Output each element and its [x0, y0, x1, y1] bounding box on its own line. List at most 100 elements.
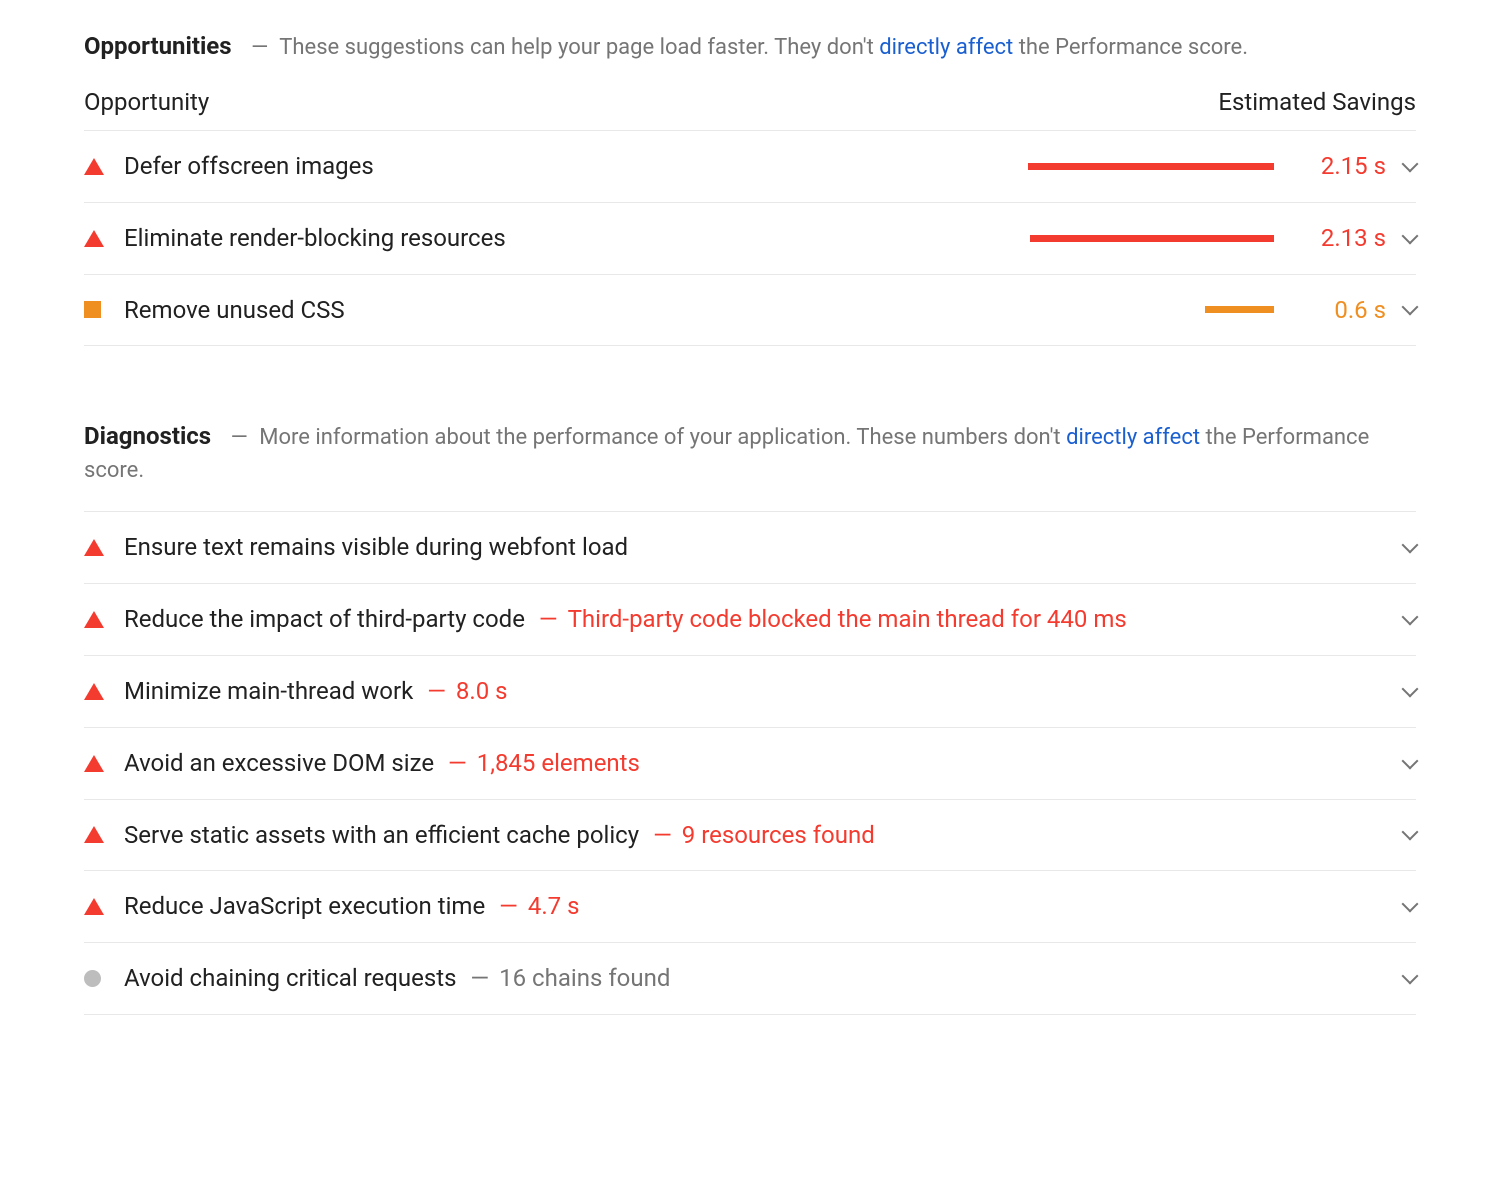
expand-cell[interactable]	[1386, 760, 1416, 767]
expand-cell[interactable]	[1386, 688, 1416, 695]
savings-value: 2.15 s	[1296, 152, 1386, 180]
severity-icon-cell	[84, 755, 124, 772]
diagnostic-detail: 1,845 elements	[477, 749, 640, 777]
savings-bar-cell	[1030, 235, 1296, 242]
diagnostic-title: Avoid chaining critical requests	[124, 964, 456, 992]
opportunity-row[interactable]: Remove unused CSS 0.6 s	[84, 274, 1416, 347]
severity-icon-cell	[84, 898, 124, 915]
directly-affect-link[interactable]: directly affect	[879, 35, 1013, 60]
savings-bar-cell	[1046, 306, 1296, 313]
diagnostic-row[interactable]: Serve static assets with an efficient ca…	[84, 799, 1416, 871]
diagnostic-row[interactable]: Reduce the impact of third-party code — …	[84, 583, 1416, 655]
separator-dash: —	[533, 605, 564, 633]
chevron-down-icon	[1402, 752, 1419, 769]
triangle-red-icon	[84, 611, 104, 628]
severity-icon-cell	[84, 230, 124, 247]
triangle-red-icon	[84, 158, 104, 175]
diagnostic-title: Minimize main-thread work	[124, 677, 413, 705]
savings-bar	[1028, 163, 1274, 170]
separator-dash: —	[442, 749, 473, 777]
expand-cell[interactable]	[1386, 235, 1416, 242]
opportunity-row[interactable]: Eliminate render-blocking resources2.13 …	[84, 202, 1416, 274]
diagnostic-row[interactable]: Reduce JavaScript execution time — 4.7 s	[84, 870, 1416, 942]
severity-icon-cell	[84, 826, 124, 843]
desc-post: the Performance score.	[1013, 35, 1248, 60]
triangle-red-icon	[84, 898, 104, 915]
diagnostic-title: Reduce JavaScript execution time	[124, 892, 485, 920]
expand-cell[interactable]	[1386, 163, 1416, 170]
severity-icon-cell	[84, 301, 124, 318]
diagnostic-detail: 9 resources found	[682, 821, 875, 849]
diagnostic-label: Ensure text remains visible during webfo…	[124, 530, 1386, 565]
savings-value: 2.13 s	[1296, 224, 1386, 252]
col-savings: Estimated Savings	[1218, 88, 1416, 116]
separator-dash: —	[231, 425, 248, 450]
expand-cell[interactable]	[1386, 975, 1416, 982]
chevron-down-icon	[1402, 299, 1419, 316]
col-opportunity: Opportunity	[84, 88, 209, 116]
severity-icon-cell	[84, 970, 124, 987]
diagnostic-label: Minimize main-thread work — 8.0 s	[124, 674, 1386, 709]
severity-icon-cell	[84, 158, 124, 175]
triangle-red-icon	[84, 539, 104, 556]
chevron-down-icon	[1402, 824, 1419, 841]
chevron-down-icon	[1402, 155, 1419, 172]
diagnostic-row[interactable]: Avoid an excessive DOM size — 1,845 elem…	[84, 727, 1416, 799]
opportunities-desc: These suggestions can help your page loa…	[279, 35, 1248, 60]
triangle-red-icon	[84, 683, 104, 700]
square-orange-icon	[84, 301, 101, 318]
severity-icon-cell	[84, 683, 124, 700]
chevron-down-icon	[1402, 968, 1419, 985]
opportunity-label: Remove unused CSS	[124, 293, 1046, 328]
expand-cell[interactable]	[1386, 544, 1416, 551]
diagnostic-title: Avoid an excessive DOM size	[124, 749, 434, 777]
diagnostic-label: Reduce the impact of third-party code — …	[124, 602, 1386, 637]
expand-cell[interactable]	[1386, 616, 1416, 623]
diagnostics-desc: More information about the performance o…	[84, 425, 1369, 483]
separator-dash: —	[647, 821, 678, 849]
separator-dash: —	[493, 892, 524, 920]
triangle-red-icon	[84, 826, 104, 843]
chevron-down-icon	[1402, 896, 1419, 913]
opportunity-label: Defer offscreen images	[124, 149, 1028, 184]
severity-icon-cell	[84, 539, 124, 556]
expand-cell[interactable]	[1386, 831, 1416, 838]
diagnostic-label: Reduce JavaScript execution time — 4.7 s	[124, 889, 1386, 924]
chevron-down-icon	[1402, 537, 1419, 554]
diagnostic-title: Serve static assets with an efficient ca…	[124, 821, 639, 849]
opportunities-header: Opportunities — These suggestions can he…	[84, 28, 1416, 64]
directly-affect-link[interactable]: directly affect	[1066, 425, 1200, 450]
circle-gray-icon	[84, 970, 101, 987]
diagnostic-detail: 8.0 s	[456, 677, 508, 705]
opportunity-row[interactable]: Defer offscreen images 2.15 s	[84, 130, 1416, 202]
desc-pre: These suggestions can help your page loa…	[279, 35, 879, 60]
expand-cell[interactable]	[1386, 306, 1416, 313]
diagnostics-header: Diagnostics — More information about the…	[84, 418, 1416, 487]
diagnostics-title: Diagnostics	[84, 422, 211, 450]
diagnostic-detail: 4.7 s	[528, 892, 580, 920]
triangle-red-icon	[84, 755, 104, 772]
diagnostic-detail: 16 chains found	[499, 964, 670, 992]
diagnostic-title: Reduce the impact of third-party code	[124, 605, 525, 633]
opportunities-title: Opportunities	[84, 32, 232, 60]
diagnostic-label: Serve static assets with an efficient ca…	[124, 818, 1386, 853]
opportunities-table-header: Opportunity Estimated Savings	[84, 88, 1416, 130]
diagnostic-detail: Third-party code blocked the main thread…	[568, 605, 1127, 633]
savings-bar	[1205, 306, 1274, 313]
separator-dash: —	[464, 964, 495, 992]
chevron-down-icon	[1402, 227, 1419, 244]
separator-dash: —	[421, 677, 452, 705]
diagnostic-row[interactable]: Ensure text remains visible during webfo…	[84, 511, 1416, 583]
severity-icon-cell	[84, 611, 124, 628]
desc-pre: More information about the performance o…	[259, 425, 1066, 450]
savings-bar-cell	[1028, 163, 1296, 170]
diagnostic-label: Avoid chaining critical requests — 16 ch…	[124, 961, 1386, 996]
diagnostic-title: Ensure text remains visible during webfo…	[124, 533, 628, 561]
triangle-red-icon	[84, 230, 104, 247]
separator-dash: —	[251, 35, 268, 60]
savings-value: 0.6 s	[1296, 296, 1386, 324]
expand-cell[interactable]	[1386, 903, 1416, 910]
diagnostic-row[interactable]: Minimize main-thread work — 8.0 s	[84, 655, 1416, 727]
diagnostic-row[interactable]: Avoid chaining critical requests — 16 ch…	[84, 942, 1416, 1015]
diagnostic-label: Avoid an excessive DOM size — 1,845 elem…	[124, 746, 1386, 781]
